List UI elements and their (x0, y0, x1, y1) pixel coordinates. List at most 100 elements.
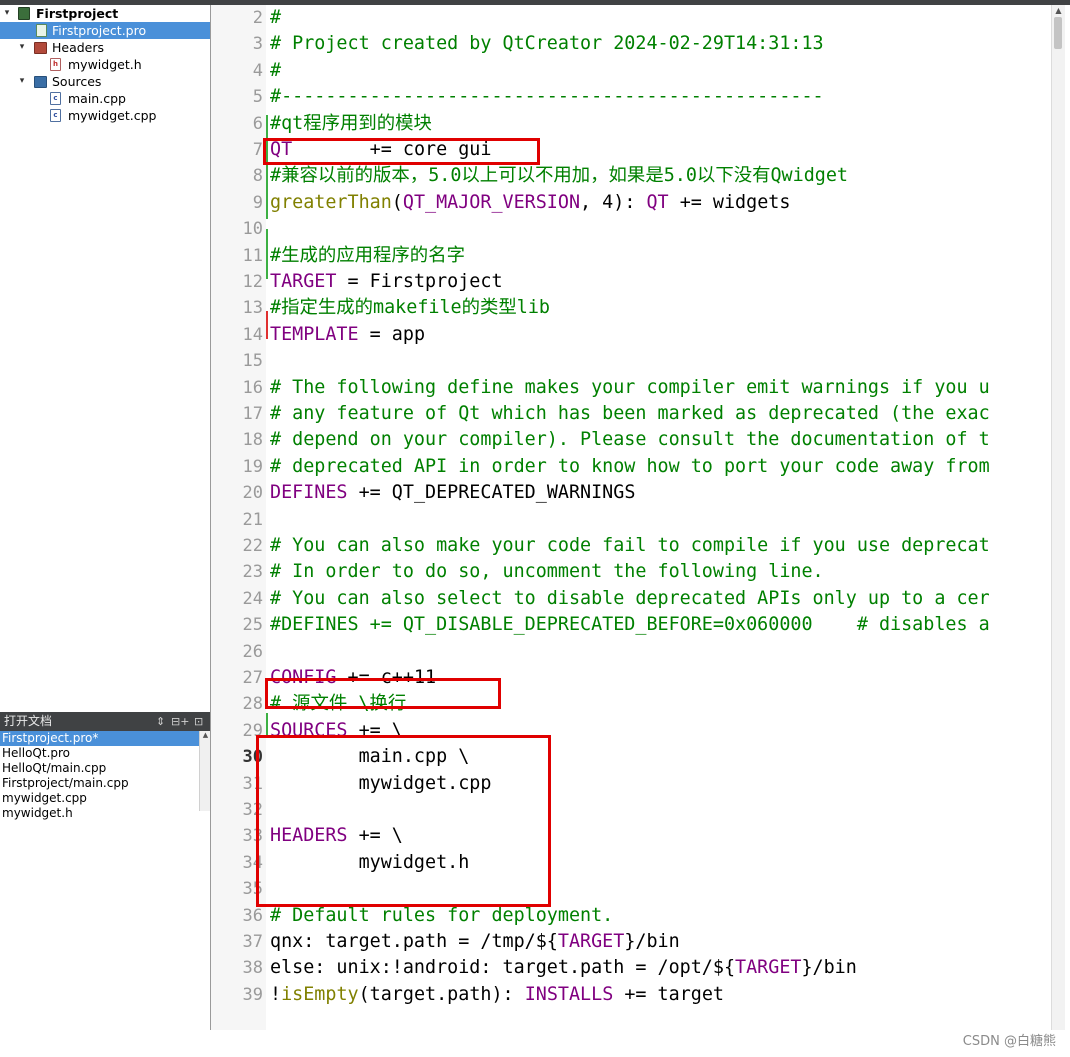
line-number: 12 (242, 272, 263, 292)
tree-item-label: main.cpp (68, 91, 126, 106)
line-number: 38 (242, 958, 263, 978)
line-number: 5 (252, 87, 263, 107)
tree-item-headers[interactable]: ▾ Headers (0, 39, 210, 56)
tree-item-sources[interactable]: ▾ Sources (0, 73, 210, 90)
line-number: 13 (242, 298, 263, 318)
code-line[interactable]: # depend on your compiler). Please consu… (270, 427, 990, 453)
code-line[interactable]: # Project created by QtCreator 2024-02-2… (270, 31, 824, 57)
split-icon[interactable]: ⊟+ (171, 712, 189, 731)
line-number: 18 (242, 430, 263, 450)
line-number: 27 (242, 668, 263, 688)
line-number: 8 (252, 166, 263, 186)
code-line[interactable]: !isEmpty(target.path): INSTALLS += targe… (270, 982, 724, 1008)
code-editor[interactable]: 2 #3 # Project created by QtCreator 2024-0… (211, 5, 1051, 1030)
code-line[interactable]: # (270, 5, 281, 31)
line-number: 21 (242, 510, 263, 530)
line-number: 20 (242, 483, 263, 503)
scrollbar-thumb[interactable] (1054, 17, 1062, 49)
line-number: 11 (242, 246, 263, 266)
line-number: 14 (242, 325, 263, 345)
tree-item-label: mywidget.h (68, 57, 142, 72)
code-line[interactable]: #生成的应用程序的名字 (270, 243, 465, 269)
code-line[interactable]: else: unix:!android: target.path = /opt/… (270, 955, 857, 981)
watermark: CSDN @白糖熊 (962, 1034, 1056, 1049)
collapse-arrow-icon[interactable]: ▾ (2, 5, 12, 22)
open-document-item[interactable]: Firstproject/main.cpp (0, 776, 200, 791)
tree-item-label: Firstproject (36, 6, 119, 21)
code-line[interactable]: greaterThan(QT_MAJOR_VERSION, 4): QT += … (270, 190, 790, 216)
line-number: 16 (242, 378, 263, 398)
headers-folder-icon (34, 42, 47, 54)
line-number: 24 (242, 589, 263, 609)
line-number: 15 (242, 351, 263, 371)
code-line[interactable]: TARGET = Firstproject (270, 269, 503, 295)
annotation-box-config (265, 678, 501, 709)
code-line[interactable]: # deprecated API in order to know how to… (270, 454, 990, 480)
code-line[interactable]: # You can also make your code fail to co… (270, 533, 990, 559)
code-line[interactable]: # You can also select to disable depreca… (270, 586, 990, 612)
code-line[interactable]: # any feature of Qt which has been marke… (270, 401, 990, 427)
sort-icon[interactable]: ⇕ (156, 712, 165, 731)
code-line[interactable]: qnx: target.path = /tmp/${TARGET}/bin (270, 929, 680, 955)
tree-item-label: Headers (52, 40, 105, 55)
line-number: 39 (242, 985, 263, 1005)
sources-folder-icon (34, 76, 47, 88)
code-line[interactable]: TEMPLATE = app (270, 322, 425, 348)
open-document-item[interactable]: HelloQt/main.cpp (0, 761, 200, 776)
line-number: 9 (252, 193, 263, 213)
tree-item-firstproject[interactable]: ▾ Firstproject (0, 5, 210, 22)
code-line[interactable]: DEFINES += QT_DEPRECATED_WARNINGS (270, 480, 635, 506)
open-document-item[interactable]: mywidget.h (0, 806, 200, 821)
line-number: 6 (252, 114, 263, 134)
change-marker (266, 229, 268, 279)
line-number: 19 (242, 457, 263, 477)
line-number: 7 (252, 140, 263, 160)
project-icon (18, 7, 30, 20)
project-tree: ▾ Firstproject Firstproject.pro ▾ Header… (0, 5, 210, 710)
tree-item-label: Firstproject.pro (52, 23, 147, 38)
line-number: 4 (252, 61, 263, 81)
open-documents-title: 打开文档 (4, 714, 53, 728)
tree-item-main-cpp[interactable]: c main.cpp (0, 90, 210, 107)
cpp-file-icon: c (50, 92, 61, 105)
tree-item-mywidget-cpp[interactable]: c mywidget.cpp (0, 107, 210, 124)
code-line[interactable]: # The following define makes your compil… (270, 375, 990, 401)
change-marker (266, 311, 268, 339)
scroll-up-icon[interactable]: ▲ (1052, 5, 1065, 17)
code-line[interactable]: #指定生成的makefile的类型lib (270, 295, 550, 321)
tree-item-mywidget-h[interactable]: h mywidget.h (0, 56, 210, 73)
tree-item-firstproject-pro[interactable]: Firstproject.pro (0, 22, 210, 39)
editor-scrollbar[interactable]: ▲ (1051, 5, 1065, 1030)
code-line[interactable]: # (270, 58, 281, 84)
line-number: 22 (242, 536, 263, 556)
cpp-file-icon: c (50, 109, 61, 122)
line-number: 17 (242, 404, 263, 424)
line-number: 25 (242, 615, 263, 635)
code-line[interactable]: #兼容以前的版本，5.0以上可以不用加，如果是5.0以下没有Qwidget (270, 163, 848, 189)
editor-footer (211, 1030, 1070, 1057)
line-number: 26 (242, 642, 263, 662)
collapse-arrow-icon[interactable]: ▾ (17, 73, 27, 90)
open-documents-list: Firstproject.pro* HelloQt.pro HelloQt/ma… (0, 731, 210, 1031)
close-pane-icon[interactable]: ⊡ (194, 712, 203, 731)
header-file-icon: h (50, 58, 61, 71)
line-number: 23 (242, 562, 263, 582)
open-documents-header: 打开文档 ⇕ ⊟+ ⊡ (0, 712, 210, 731)
tree-item-label: Sources (52, 74, 102, 89)
code-line[interactable]: #qt程序用到的模块 (270, 111, 432, 137)
annotation-box-qt (263, 138, 540, 165)
open-document-item[interactable]: HelloQt.pro (0, 746, 200, 761)
code-line[interactable]: #---------------------------------------… (270, 84, 824, 110)
open-document-item[interactable]: mywidget.cpp (0, 791, 200, 806)
line-number: 2 (252, 8, 263, 28)
change-marker (266, 115, 268, 219)
open-document-item[interactable]: Firstproject.pro* (0, 731, 200, 746)
pro-file-icon (36, 24, 47, 37)
left-pane-footer (0, 1031, 210, 1057)
line-number: 37 (242, 932, 263, 952)
code-line[interactable]: #DEFINES += QT_DISABLE_DEPRECATED_BEFORE… (270, 612, 990, 638)
tree-item-label: mywidget.cpp (68, 108, 157, 123)
collapse-arrow-icon[interactable]: ▾ (17, 39, 27, 56)
window-edge (1065, 5, 1070, 1057)
code-line[interactable]: # In order to do so, uncomment the follo… (270, 559, 824, 585)
